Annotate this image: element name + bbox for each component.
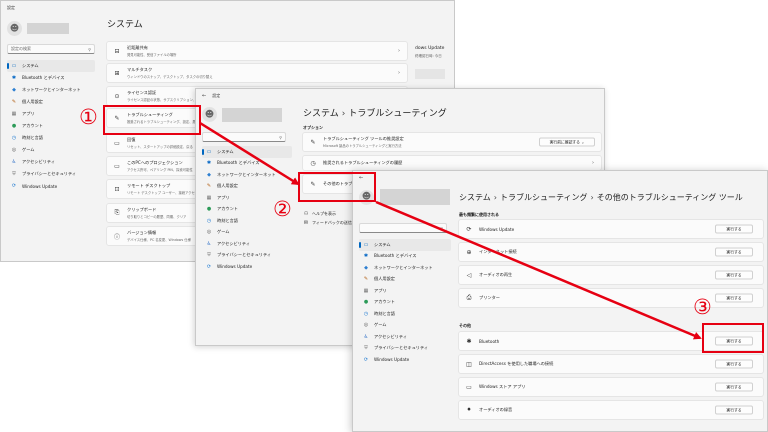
callout-box-troubleshoot — [103, 105, 201, 135]
annotation-arrows — [199, 121, 702, 340]
step-number-2: ② — [273, 197, 292, 221]
arrow-step2-to-step3 — [375, 200, 702, 340]
callout-box-bluetooth-run — [702, 323, 764, 353]
callout-box-other-troubleshooters — [298, 172, 376, 202]
arrow-step1-to-step2 — [199, 121, 300, 186]
step-number-1: ① — [79, 105, 98, 129]
step-number-3: ③ — [693, 295, 712, 319]
